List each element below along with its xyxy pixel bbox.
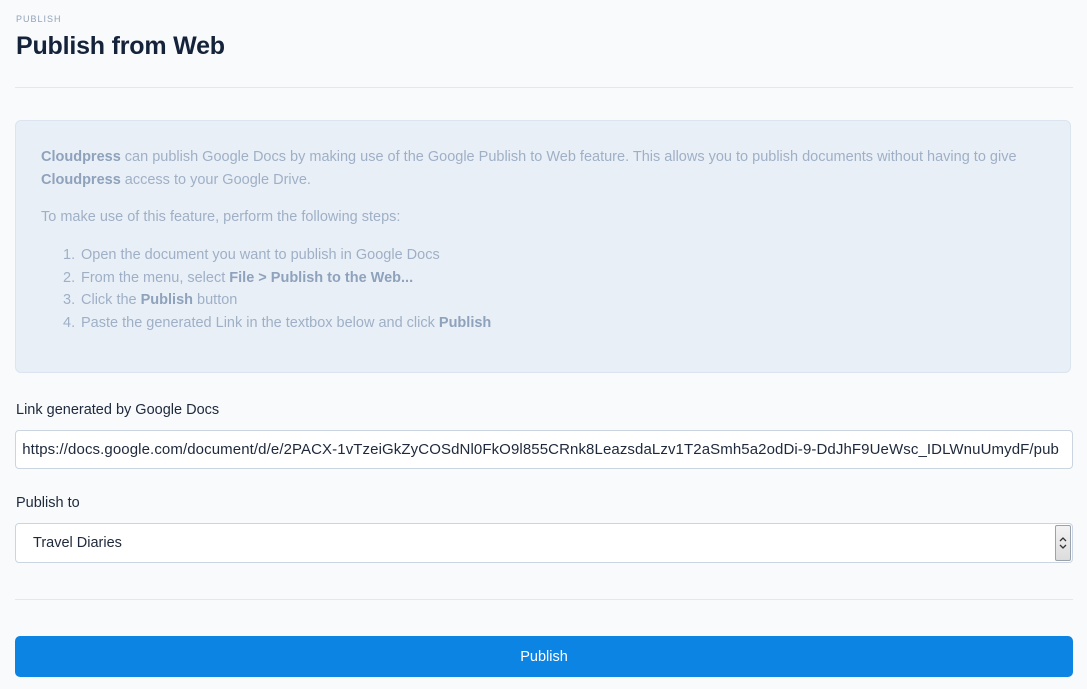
footer-divider — [15, 599, 1073, 600]
publish-button[interactable]: Publish — [15, 636, 1073, 677]
step-text: Paste the generated Link in the textbox … — [81, 314, 439, 331]
intro-text-2: access to your Google Drive. — [120, 172, 311, 188]
steps-lead: To make use of this feature, perform the… — [41, 209, 401, 225]
step-item: 2. From the menu, select File > Publish t… — [63, 267, 1046, 290]
steps-list: 1. Open the document you want to publish … — [41, 244, 1046, 334]
step-item: 4. Paste the generated Link in the textbo… — [63, 312, 1046, 335]
step-text-after: button — [193, 292, 238, 308]
info-panel: Cloudpress can publish Google Docs by ma… — [15, 120, 1071, 373]
step-bold: Publish — [140, 292, 194, 308]
step-number: 1. — [63, 247, 76, 263]
brand-name: Cloudpress — [41, 149, 121, 165]
brand-name: Cloudpress — [41, 172, 121, 188]
step-item: 3. Click the Publish button — [63, 289, 1046, 312]
info-intro: Cloudpress can publish Google Docs by ma… — [41, 146, 1046, 192]
step-text: Open the document you want to publish in… — [81, 247, 440, 263]
link-label: Link generated by Google Docs — [16, 402, 220, 418]
link-input[interactable]: https://docs.google.com/document/d/e/2PA… — [15, 430, 1073, 469]
step-number: 2. — [63, 269, 76, 286]
page-eyebrow: PUBLISH — [16, 14, 62, 24]
page-title: Publish from Web — [16, 32, 225, 60]
step-bold: File > Publish to the Web... — [229, 269, 414, 286]
publish-to-select[interactable]: Travel Diaries — [15, 523, 1073, 563]
header-divider — [15, 87, 1073, 88]
chevron-updown-icon[interactable] — [1055, 525, 1071, 561]
link-input-value: https://docs.google.com/document/d/e/2PA… — [22, 441, 1059, 458]
publish-to-value: Travel Diaries — [33, 535, 122, 551]
step-number: 4. — [63, 314, 76, 331]
step-number: 3. — [63, 292, 76, 308]
step-text: Click the — [81, 292, 141, 308]
step-item: 1. Open the document you want to publish … — [63, 244, 1046, 267]
step-bold: Publish — [438, 314, 492, 331]
intro-text-1: can publish Google Docs by making use of… — [120, 149, 1017, 165]
step-text: From the menu, select — [81, 269, 230, 286]
publish-to-label: Publish to — [16, 495, 80, 511]
